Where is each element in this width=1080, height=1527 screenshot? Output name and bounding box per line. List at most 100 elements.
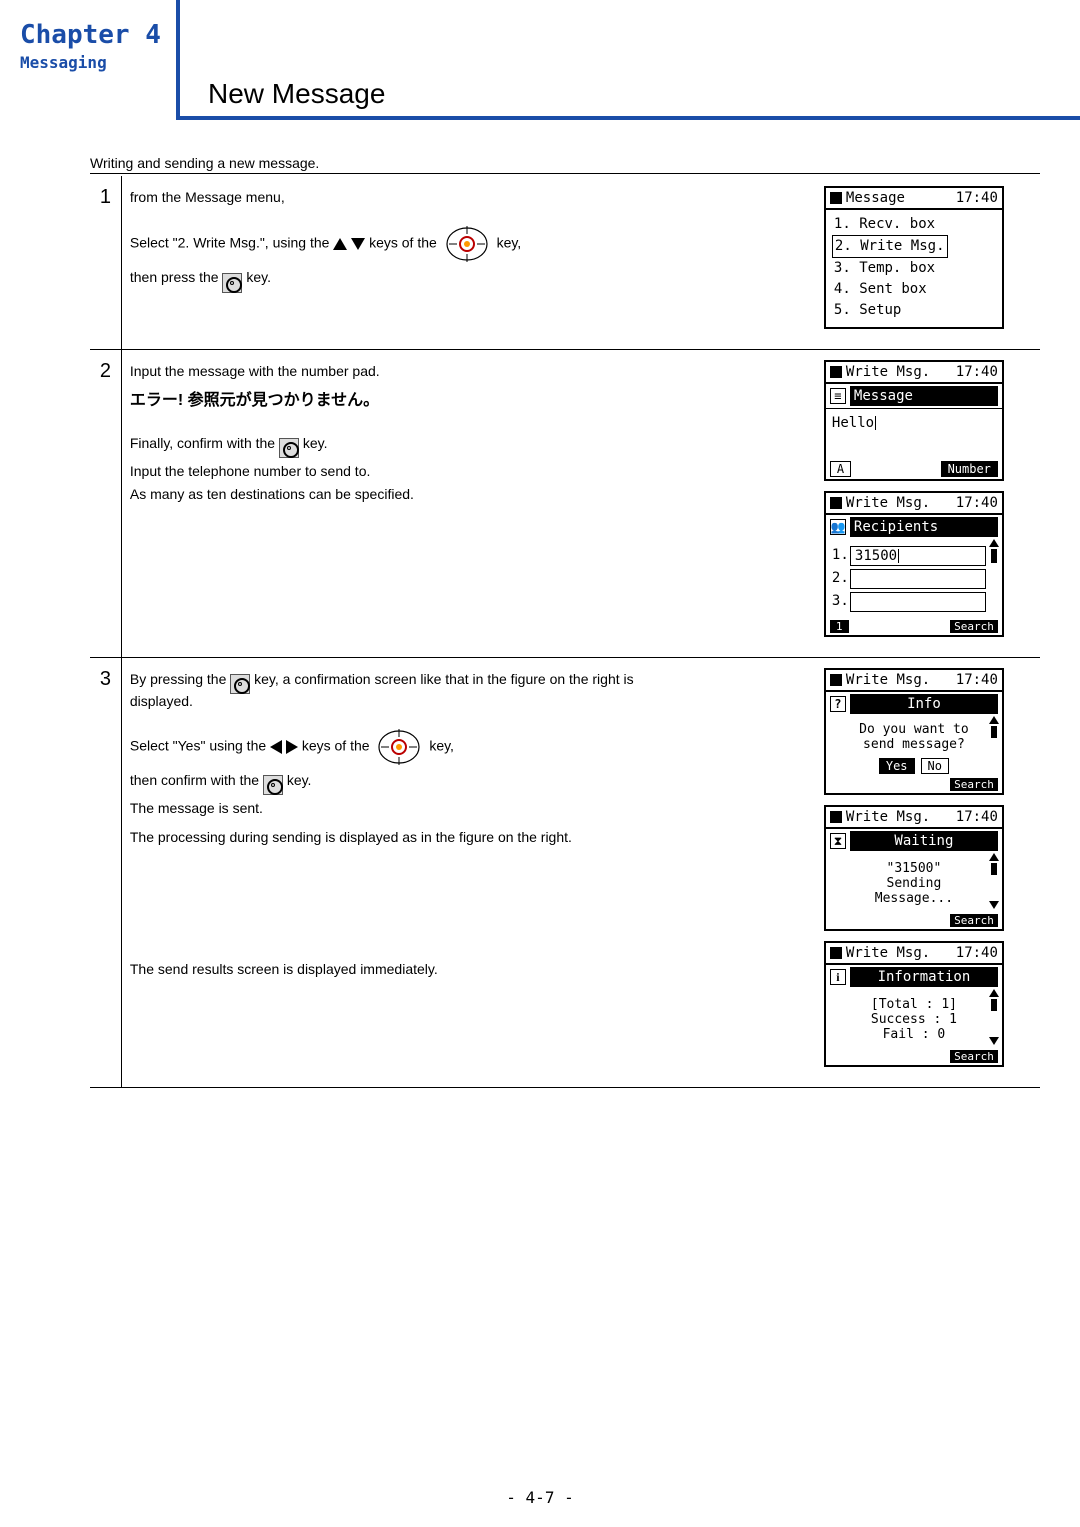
chapter-sidebar: Chapter 4 Messaging (0, 0, 180, 120)
info-icon: i (830, 969, 846, 985)
step-1-line1: from the Message menu, (130, 186, 800, 208)
title-sq-icon (830, 947, 842, 959)
step-2-desc: Input the message with the number pad. エ… (121, 350, 816, 658)
text-cursor-icon (875, 416, 876, 430)
result-time: 17:40 (956, 945, 998, 961)
hourglass-icon: ⧗ (830, 833, 846, 849)
recipient-2 (850, 569, 986, 589)
content: Writing and sending a new message. 1 fro… (90, 155, 1040, 1088)
menu-item-5: 5. Setup (832, 300, 996, 321)
step-2-l2b: key. (303, 435, 328, 451)
write-msg-bar: Message (850, 386, 998, 406)
confirm-time: 17:40 (956, 672, 998, 688)
step-1-l2a: Select "2. Write Msg.", using the (130, 235, 330, 251)
menu-item-1: 1. Recv. box (832, 214, 996, 235)
nav-key-icon (377, 725, 421, 769)
write-msg-content: Hello (832, 415, 874, 431)
recipients-title: Write Msg. (846, 495, 930, 511)
result-foot-right: Search (950, 1050, 998, 1063)
step-3-l5: The processing during sending is display… (130, 826, 800, 848)
step-2-l2: Finally, confirm with the key. (130, 432, 800, 454)
step-3-l2: Select "Yes" using the keys of the key, (130, 725, 800, 769)
confirm-bar: Info (850, 694, 998, 714)
step-3-l1a: By pressing the (130, 671, 227, 687)
result-screen: Write Msg. 17:40 i Information [Total : … (824, 941, 1004, 1067)
waiting-time: 17:40 (956, 809, 998, 825)
step-3-l4: The message is sent. (130, 797, 800, 819)
step-3-l2a: Select "Yes" using the (130, 737, 266, 753)
right-arrow-icon (286, 740, 298, 754)
down-arrow-icon (351, 238, 365, 250)
text-cursor-icon (898, 549, 899, 563)
message-menu-screen: Message 17:40 1. Recv. box 2. Write Msg.… (824, 186, 1004, 329)
header-bar: New Message (180, 72, 1080, 120)
step-2-jp-error: エラー! 参照元が見つかりません。 (130, 388, 800, 414)
step-1-line3: then press the key. (130, 266, 800, 288)
menu-item-4: 4. Sent box (832, 279, 996, 300)
step-3-l3b: key. (287, 772, 312, 788)
write-msg-time: 17:40 (956, 364, 998, 380)
step-3-l2c: key, (429, 737, 454, 753)
step-3-l1: By pressing the key, a confirmation scre… (130, 668, 800, 690)
title-sq-icon (830, 811, 842, 823)
confirm-msg: Do you want to send message? (826, 716, 1002, 758)
step-2-l2a: Finally, confirm with the (130, 435, 275, 451)
step-1-l3a: then press the (130, 269, 219, 285)
ok-key-icon (222, 273, 242, 293)
scroll-down-icon (989, 901, 999, 909)
message-menu-title: Message (846, 190, 905, 206)
confirm-screen: Write Msg. 17:40 ? Info Do you want to s… (824, 668, 1004, 795)
nav-key-icon (445, 222, 489, 266)
steps-table: 1 from the Message menu, Select "2. Writ… (90, 176, 1040, 1088)
write-msg-title: Write Msg. (846, 364, 930, 380)
step-1-l3b: key. (246, 269, 271, 285)
intro-text: Writing and sending a new message. (90, 155, 1040, 174)
menu-item-3: 3. Temp. box (832, 258, 996, 279)
chapter-subtitle: Messaging (20, 53, 164, 72)
waiting-bar: Waiting (850, 831, 998, 851)
up-arrow-icon (333, 238, 347, 250)
left-arrow-icon (270, 740, 282, 754)
recipient-1: 31500 (850, 546, 986, 566)
step-3-l3: then confirm with the key. (130, 769, 800, 791)
scroll-up-icon (989, 539, 999, 563)
step-2-screen-cell: Write Msg. 17:40 ≡ Message Hello A Numbe… (816, 350, 1040, 658)
step-3-l1b: key, a confirmation screen like that in … (254, 671, 634, 687)
write-msg-input-screen: Write Msg. 17:40 ≡ Message Hello A Numbe… (824, 360, 1004, 481)
scroll-down-icon (989, 1037, 999, 1045)
recipients-bar: Recipients (850, 517, 998, 537)
step-1-l2b: keys of the (369, 235, 437, 251)
step-2-l3: Input the telephone number to send to. (130, 460, 800, 482)
step-2-l4: As many as ten destinations can be speci… (130, 483, 800, 505)
doc-icon: ≡ (830, 388, 846, 404)
step-3-l6: The send results screen is displayed imm… (130, 958, 800, 980)
soft-right-number: Number (941, 461, 998, 477)
step-1-line2: Select "2. Write Msg.", using the keys o… (130, 222, 800, 266)
title-sq-icon (830, 192, 842, 204)
step-2-row: 2 Input the message with the number pad.… (90, 350, 1040, 658)
result-title: Write Msg. (846, 945, 930, 961)
step-1-desc: from the Message menu, Select "2. Write … (121, 176, 816, 350)
step-2-num: 2 (90, 350, 121, 658)
chapter-title: Chapter 4 (20, 20, 164, 51)
confirm-foot-right: Search (950, 778, 998, 791)
scroll-up-icon (989, 853, 999, 875)
ok-key-icon (279, 438, 299, 458)
recipients-foot-right: Search (950, 620, 998, 633)
step-2-l1: Input the message with the number pad. (130, 360, 800, 382)
step-3-row: 3 By pressing the key, a confirmation sc… (90, 658, 1040, 1088)
step-3-l2b: keys of the (302, 737, 370, 753)
soft-left-a: A (830, 461, 851, 477)
step-1-num: 1 (90, 176, 121, 350)
ok-key-icon (230, 674, 250, 694)
step-3-l3a: then confirm with the (130, 772, 259, 788)
message-menu-time: 17:40 (956, 190, 998, 206)
waiting-title: Write Msg. (846, 809, 930, 825)
recipient-3 (850, 592, 986, 612)
page-footer: - 4-7 - (0, 1488, 1080, 1507)
step-3-desc: By pressing the key, a confirmation scre… (121, 658, 816, 1088)
title-sq-icon (830, 674, 842, 686)
recipients-time: 17:40 (956, 495, 998, 511)
waiting-screen: Write Msg. 17:40 ⧗ Waiting "31500" Sendi… (824, 805, 1004, 931)
scroll-up-icon (989, 716, 999, 738)
